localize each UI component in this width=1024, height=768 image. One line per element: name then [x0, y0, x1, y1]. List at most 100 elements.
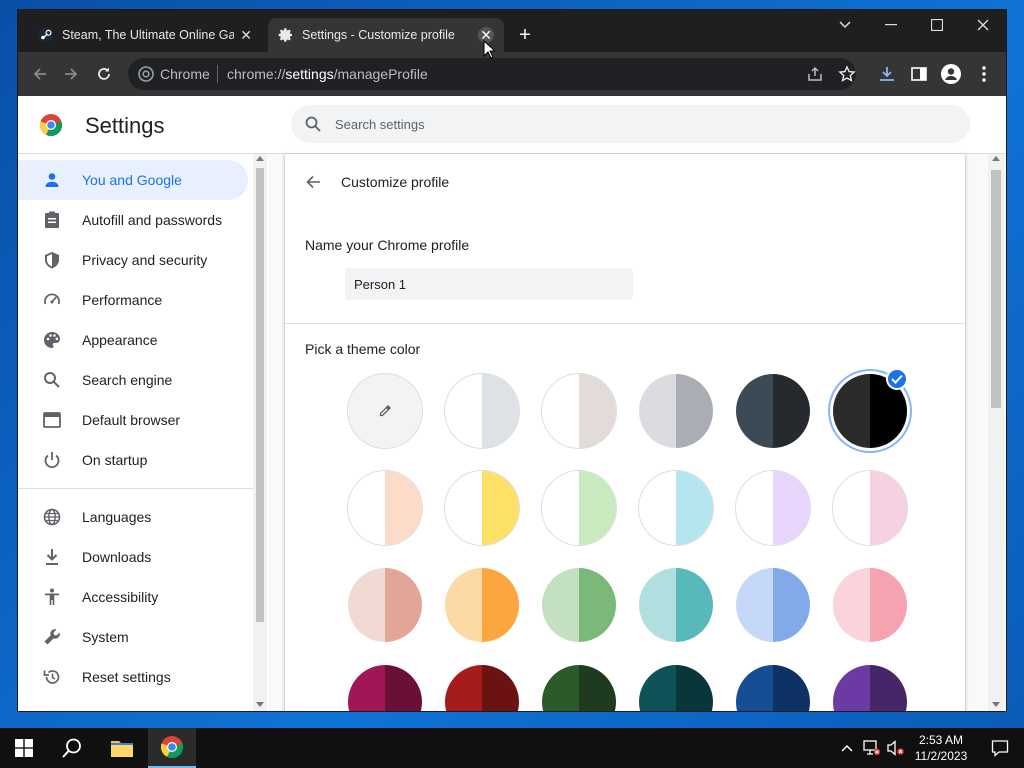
scroll-up-arrow[interactable]	[992, 156, 1000, 161]
theme-color-swatch[interactable]	[542, 374, 616, 448]
url-scheme: chrome://	[227, 66, 286, 82]
tab-search-button[interactable]	[822, 10, 868, 40]
bookmark-star-icon[interactable]	[838, 65, 856, 83]
forward-button[interactable]	[58, 61, 84, 87]
new-tab-button[interactable]: +	[515, 25, 535, 46]
sidebar-item-system[interactable]: System	[18, 617, 248, 657]
swatch-left-half	[445, 568, 482, 642]
share-icon[interactable]	[806, 65, 824, 83]
theme-color-swatch[interactable]	[542, 471, 616, 545]
side-panel-button[interactable]	[908, 63, 930, 85]
theme-color-swatch[interactable]	[348, 471, 422, 545]
sidebar-item-reset[interactable]: Reset settings	[18, 657, 248, 697]
file-explorer-button[interactable]	[98, 728, 146, 768]
theme-color-swatch[interactable]	[736, 374, 810, 448]
page-title: Settings	[85, 113, 165, 138]
profile-button[interactable]	[940, 63, 962, 85]
reload-button[interactable]	[91, 61, 117, 87]
sidebar-item-label: Performance	[82, 292, 163, 308]
menu-button[interactable]	[973, 63, 995, 85]
theme-color-swatch[interactable]	[445, 471, 519, 545]
notifications-button[interactable]	[976, 728, 1024, 768]
theme-color-swatch[interactable]	[639, 568, 713, 642]
sidebar-item-search-engine[interactable]: Search engine	[18, 360, 248, 400]
taskbar-search-button[interactable]	[48, 728, 96, 768]
sidebar-item-languages[interactable]: Languages	[18, 497, 248, 537]
chrome-taskbar-button[interactable]	[148, 728, 196, 768]
minimize-button[interactable]	[868, 10, 914, 40]
theme-color-swatch[interactable]	[348, 568, 422, 642]
page-scrollbar[interactable]	[988, 154, 1004, 711]
theme-color-swatch[interactable]	[736, 568, 810, 642]
tab-settings[interactable]: Settings - Customize profile ✕	[268, 18, 504, 52]
swatch-left-half	[736, 665, 773, 711]
theme-color-swatch[interactable]	[445, 374, 519, 448]
scroll-down-arrow[interactable]	[256, 702, 264, 707]
swatch-right-half	[676, 568, 713, 642]
sidebar-item-label: You and Google	[82, 172, 182, 188]
start-button[interactable]	[0, 728, 48, 768]
theme-color-swatch[interactable]	[348, 374, 422, 448]
gear-icon	[278, 28, 292, 42]
volume-button[interactable]	[884, 728, 908, 768]
sidebar-item-downloads[interactable]: Downloads	[18, 537, 248, 577]
theme-color-swatch[interactable]	[542, 568, 616, 642]
url-host: settings	[285, 66, 334, 82]
swatch-right-half	[870, 568, 907, 642]
theme-color-swatch[interactable]	[445, 568, 519, 642]
gauge-icon	[42, 290, 62, 310]
sidebar-item-autofill[interactable]: Autofill and passwords	[18, 200, 248, 240]
theme-color-swatch[interactable]	[736, 471, 810, 545]
close-window-button[interactable]	[960, 10, 1006, 40]
sidebar-item-on-startup[interactable]: On startup	[18, 440, 248, 480]
downloads-button[interactable]	[876, 63, 898, 85]
sidebar-item-accessibility[interactable]: Accessibility	[18, 577, 248, 617]
maximize-button[interactable]	[914, 10, 960, 40]
reset-icon	[42, 667, 62, 687]
clock-time: 2:53 AM	[918, 733, 964, 747]
search-box[interactable]	[291, 105, 970, 143]
sidebar-item-you-and-google[interactable]: You and Google	[18, 160, 248, 200]
power-icon	[42, 450, 62, 470]
sidebar-item-performance[interactable]: Performance	[18, 280, 248, 320]
swatch-right-half	[676, 665, 713, 711]
swatch-left-half	[445, 471, 482, 545]
back-arrow-button[interactable]	[303, 172, 323, 192]
theme-color-swatch[interactable]	[348, 665, 422, 711]
tray-overflow-button[interactable]	[836, 728, 858, 768]
omnibox-separator	[217, 65, 218, 83]
network-button[interactable]	[860, 728, 884, 768]
chrome-icon	[160, 736, 184, 759]
theme-color-swatch[interactable]	[639, 374, 713, 448]
scroll-up-arrow[interactable]	[256, 156, 264, 161]
theme-color-swatch[interactable]	[736, 665, 810, 711]
back-button[interactable]	[27, 61, 53, 87]
theme-color-swatch[interactable]	[445, 665, 519, 711]
scrollbar-thumb[interactable]	[991, 170, 1001, 408]
profile-name-input[interactable]	[345, 268, 633, 300]
scroll-down-arrow[interactable]	[992, 702, 1000, 707]
tab-steam[interactable]: Steam, The Ultimate Online Game Platform…	[28, 18, 264, 52]
swatch-left-half	[348, 471, 385, 545]
theme-color-swatch[interactable]	[639, 665, 713, 711]
theme-color-swatch[interactable]	[639, 471, 713, 545]
scrollbar-thumb[interactable]	[256, 168, 264, 622]
theme-color-swatch[interactable]	[833, 471, 907, 545]
swatch-left-half	[833, 665, 870, 711]
sidebar-item-privacy[interactable]: Privacy and security	[18, 240, 248, 280]
tab-title: Settings - Customize profile	[302, 28, 455, 42]
search-input[interactable]	[335, 114, 935, 134]
arrow-right-icon	[65, 68, 78, 80]
clock[interactable]: 2:53 AM 11/2/2023	[910, 732, 972, 764]
theme-color-label: Pick a theme color	[305, 341, 421, 357]
swatch-right-half	[773, 665, 810, 711]
address-bar[interactable]: Chrome chrome://settings/manageProfile	[128, 58, 856, 90]
sidebar-item-default-browser[interactable]: Default browser	[18, 400, 248, 440]
theme-color-swatch[interactable]	[542, 665, 616, 711]
sidebar-item-appearance[interactable]: Appearance	[18, 320, 248, 360]
theme-color-swatch[interactable]	[833, 568, 907, 642]
theme-color-swatch[interactable]	[833, 665, 907, 711]
sidebar-scrollbar[interactable]	[253, 154, 267, 711]
clock-date: 11/2/2023	[914, 749, 968, 763]
close-tab-icon[interactable]: ✕	[238, 27, 254, 43]
